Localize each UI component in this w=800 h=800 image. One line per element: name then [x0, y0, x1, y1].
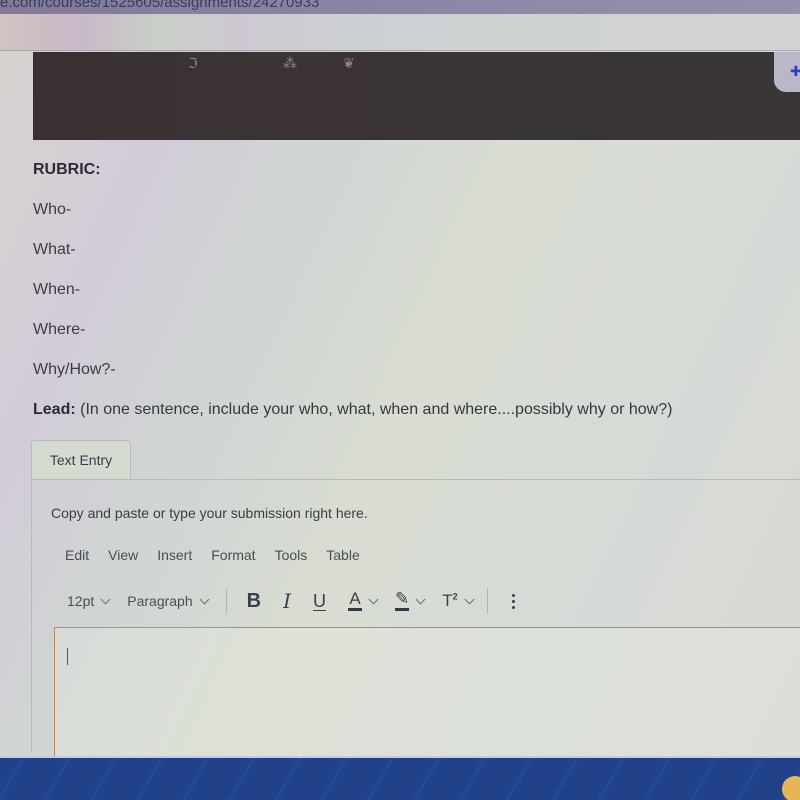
menu-view[interactable]: View	[108, 547, 138, 563]
block-format-value: Paragraph	[127, 593, 193, 609]
banner-decoration: ℑ	[188, 56, 198, 72]
chevron-down-icon	[368, 594, 379, 604]
rubric-item-when: When-	[33, 281, 81, 298]
banner-decoration: ⁂	[283, 56, 297, 72]
submission-editor[interactable]	[54, 627, 800, 769]
highlight-color-button[interactable]: ✎	[395, 589, 426, 611]
toolbar-divider	[225, 588, 227, 614]
italic-button[interactable]: I	[283, 589, 291, 613]
submission-tabs: Text Entry	[31, 440, 800, 480]
font-size-select[interactable]: 12pt	[67, 593, 111, 609]
rubric-item-who: Who-	[33, 201, 72, 218]
text-color-button[interactable]: A	[348, 589, 379, 611]
text-entry-panel: Copy and paste or type your submission r…	[31, 480, 800, 769]
bold-button[interactable]: B	[247, 590, 261, 613]
rubric-item-what: What-	[33, 241, 76, 258]
tab-text-entry[interactable]: Text Entry	[31, 440, 131, 479]
chevron-down-icon	[199, 594, 210, 604]
side-widget-button[interactable]: ✚	[774, 52, 800, 92]
course-banner-image: ℑ ⁂ ❦	[33, 52, 800, 140]
screen: e.com/courses/1525605/assignments/242709…	[0, 0, 800, 800]
bold-icon: B	[246, 589, 262, 612]
menu-insert[interactable]: Insert	[157, 547, 192, 563]
superscript-mark: 2	[452, 591, 458, 602]
italic-icon: I	[283, 589, 291, 613]
editor-menubar: Edit View Insert Format Tools Table	[65, 547, 379, 563]
text-caret	[67, 648, 68, 665]
underline-icon: U	[313, 590, 326, 611]
browser-bookmark-strip	[0, 14, 800, 51]
block-format-select[interactable]: Paragraph	[127, 593, 210, 609]
url-text[interactable]: e.com/courses/1525605/assignments/242709…	[0, 0, 319, 11]
menu-tools[interactable]: Tools	[275, 547, 308, 563]
assignment-description: RUBRIC: Who- What- When- Where- Why/How?…	[33, 160, 800, 420]
chevron-down-icon	[100, 594, 111, 604]
text-color-letter: A	[349, 589, 361, 608]
highlighter-glyph: ✎	[395, 589, 410, 608]
toolbar-divider	[486, 588, 488, 614]
highlight-color-swatch	[395, 608, 410, 611]
rubric-title: RUBRIC:	[33, 161, 101, 178]
rubric-item-why-how: Why/How?-	[33, 361, 116, 378]
font-size-value: 12pt	[67, 593, 95, 609]
lead-label: Lead:	[33, 401, 76, 418]
tray-app-icon[interactable]	[782, 776, 800, 800]
submission-instructions: Copy and paste or type your submission r…	[51, 505, 368, 521]
menu-edit[interactable]: Edit	[65, 547, 89, 563]
editor-toolbar: 12pt Paragraph B I U A ✎ T2	[67, 588, 515, 614]
more-vertical-icon[interactable]	[511, 593, 515, 609]
superscript-letter: T	[442, 591, 453, 610]
menu-table[interactable]: Table	[326, 547, 359, 563]
text-color-swatch	[348, 608, 362, 611]
superscript-button[interactable]: T2	[442, 591, 475, 611]
chevron-down-icon	[464, 594, 475, 604]
superscript-icon: T2	[442, 591, 457, 611]
text-color-icon: A	[348, 589, 362, 611]
puzzle-icon: ✚	[790, 63, 800, 79]
os-taskbar	[0, 756, 800, 800]
highlighter-icon: ✎	[395, 589, 410, 611]
rubric-item-where: Where-	[33, 321, 86, 338]
lead-instruction: Lead: (In one sentence, include your who…	[33, 400, 800, 420]
lead-text: (In one sentence, include your who, what…	[75, 401, 673, 418]
banner-decoration: ❦	[343, 56, 355, 72]
address-bar[interactable]: e.com/courses/1525605/assignments/242709…	[0, 0, 800, 14]
menu-format[interactable]: Format	[211, 547, 255, 563]
chevron-down-icon	[415, 594, 426, 604]
underline-button[interactable]: U	[313, 591, 326, 612]
